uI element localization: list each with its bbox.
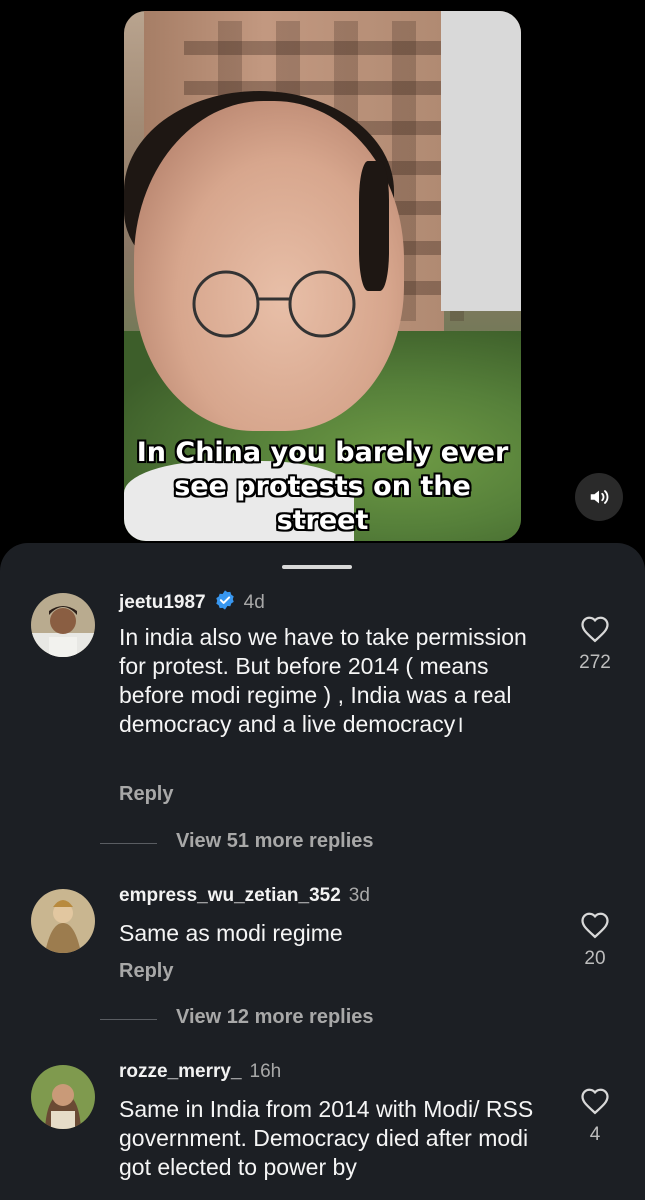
- avatar[interactable]: [31, 593, 95, 657]
- comment-meta: empress_wu_zetian_352 3d: [119, 885, 370, 907]
- video-area: In China you barely ever see protests on…: [0, 0, 645, 548]
- comment-time: 4d: [243, 592, 265, 613]
- comment-time: 16h: [249, 1061, 282, 1082]
- volume-on-icon: [590, 490, 609, 504]
- comment-text: Same as modi regime: [119, 920, 343, 946]
- comment-username[interactable]: rozze_merry_: [119, 1061, 242, 1082]
- like-count: 4: [589, 1124, 601, 1145]
- like-count: 272: [579, 652, 611, 673]
- video-caption-line-1: In China you barely ever: [136, 437, 509, 468]
- comment-meta: jeetu1987 4d: [119, 589, 265, 617]
- like-count: 20: [584, 948, 606, 969]
- heart-icon: [581, 1088, 609, 1115]
- video-player[interactable]: In China you barely ever see protests on…: [124, 11, 521, 541]
- video-sky: [441, 11, 521, 311]
- video-person-glasses: [192, 270, 356, 338]
- avatar[interactable]: [31, 889, 95, 953]
- comment-text: Same in India from 2014 with Modi/ RSS g…: [119, 1096, 534, 1180]
- replies-divider: [100, 843, 157, 844]
- avatar[interactable]: [31, 1065, 95, 1129]
- video-caption-line-2: see protests on the: [174, 471, 471, 502]
- comments-sheet[interactable]: jeetu1987 4d In india also we have to tak…: [0, 543, 645, 1200]
- heart-icon: [581, 616, 609, 643]
- view-replies-label: View 51 more replies: [176, 830, 374, 852]
- view-replies-label: View 12 more replies: [176, 1006, 374, 1028]
- reply-button[interactable]: Reply: [119, 783, 173, 806]
- comment-time: 3d: [348, 885, 370, 906]
- sheet-drag-handle[interactable]: [282, 565, 352, 569]
- heart-icon: [581, 912, 609, 939]
- comment-meta: rozze_merry_ 16h: [119, 1061, 281, 1083]
- comment-username[interactable]: empress_wu_zetian_352: [119, 885, 341, 906]
- like-button[interactable]: 272: [574, 615, 616, 674]
- volume-button[interactable]: [575, 473, 623, 521]
- replies-divider: [100, 1019, 157, 1020]
- reply-button[interactable]: Reply: [119, 960, 173, 983]
- like-button[interactable]: 4: [574, 1087, 616, 1146]
- comment-username[interactable]: jeetu1987: [119, 592, 206, 613]
- comment-text: In india also we have to take permission…: [119, 624, 527, 737]
- like-button[interactable]: 20: [574, 911, 616, 970]
- video-caption: In China you barely ever see protests on…: [124, 436, 521, 538]
- video-caption-line-3: street: [276, 505, 369, 536]
- verified-badge-icon: [214, 589, 236, 617]
